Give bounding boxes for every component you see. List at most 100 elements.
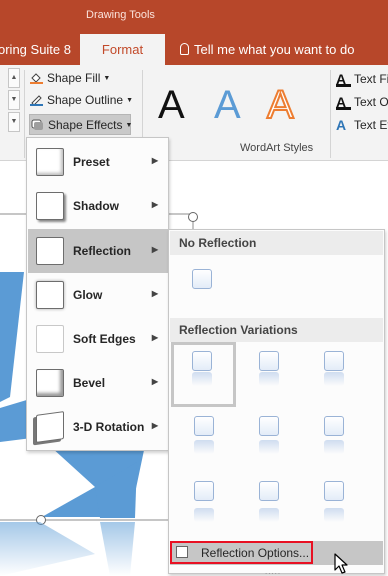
shape-fill-label: Shape Fill [47, 71, 101, 85]
preset-thumbnail-icon [36, 148, 64, 176]
text-effects-button[interactable]: A Text Eff [336, 114, 388, 136]
mouse-cursor-icon [334, 553, 348, 574]
paint-bucket-icon [30, 73, 43, 84]
menu-item-soft-edges[interactable]: Soft Edges ▶ [28, 317, 168, 361]
shape-effects-label: Shape Effects [48, 118, 123, 132]
menu-item-glow[interactable]: Glow ▶ [28, 273, 168, 317]
reflection-preview-icon [259, 351, 279, 371]
reflection-fade-icon [324, 508, 344, 522]
chevron-down-icon: ▼ [125, 122, 133, 129]
wordart-styles-group-label: WordArt Styles [240, 142, 314, 154]
text-fill-icon: A [336, 71, 351, 87]
reflection-tight-touching[interactable] [171, 342, 236, 407]
reflection-options-label: Reflection Options... [201, 546, 310, 560]
star-left-edge [0, 272, 24, 402]
pencil-icon [30, 95, 43, 106]
reflection-full-4pt[interactable] [304, 410, 364, 472]
shape-effects-menu: Preset ▶ Shadow ▶ Reflection ▶ Glow ▶ So… [26, 137, 169, 451]
shape-outline-button[interactable]: Shape Outline ▼ [29, 90, 133, 111]
menu-item-shadow[interactable]: Shadow ▶ [28, 184, 168, 228]
shape-fill-button[interactable]: Shape Fill ▼ [29, 68, 133, 89]
text-effects-label: Text Eff [354, 118, 388, 132]
reflection-fade-icon [192, 372, 212, 386]
reflection-fade-icon [259, 440, 279, 454]
menu-item-label: Glow [73, 288, 103, 302]
chevron-right-icon: ▶ [151, 333, 158, 342]
glow-thumbnail-icon [36, 281, 64, 309]
ribbon-separator [330, 70, 331, 158]
reflection-fade-icon [194, 440, 214, 454]
reflection-variations-header: Reflection Variations [170, 318, 383, 342]
text-effects-icon: A [336, 117, 347, 133]
menu-item-reflection[interactable]: Reflection ▶ [28, 229, 168, 273]
text-outline-icon: A [336, 94, 351, 110]
shape-gallery-scroll-up-icon[interactable]: ▲ [8, 68, 20, 88]
wordart-style-orange-outline[interactable]: A [266, 82, 295, 128]
chevron-right-icon: ▶ [151, 245, 158, 254]
reflection-fade-icon [259, 508, 279, 522]
reflection-preview-icon [259, 416, 279, 436]
reflection-thumbnail-icon [36, 237, 64, 265]
wordart-style-black[interactable]: A [158, 83, 185, 127]
shape-effects-button[interactable]: Shape Effects ▼ [29, 114, 133, 135]
reflection-full-touching[interactable] [304, 345, 364, 407]
reflection-full-8pt[interactable] [304, 475, 364, 537]
bevel-thumbnail-icon [36, 369, 64, 397]
tell-me-search[interactable]: Tell me what you want to do [180, 42, 354, 57]
reflection-preview-icon [194, 481, 214, 501]
text-outline-button[interactable]: A Text O [336, 91, 388, 113]
ribbon-tab-strip: Drawing Tools oring Suite 8 Format Tell … [0, 0, 388, 65]
star-reflection [100, 522, 135, 576]
shadow-thumbnail-icon [36, 192, 64, 220]
tab-suite[interactable]: oring Suite 8 [0, 42, 71, 57]
reflection-half-4pt[interactable] [239, 410, 299, 472]
no-reflection-header: No Reflection [170, 231, 383, 255]
reflection-none-option[interactable] [172, 263, 232, 325]
wordart-style-blue[interactable]: A [214, 83, 241, 127]
reflection-fade-icon [194, 508, 214, 522]
reflection-gallery: No Reflection Reflection Variations Refl… [168, 229, 385, 576]
reflection-tight-8pt[interactable] [174, 475, 234, 537]
resize-grip[interactable]: ..... [265, 567, 281, 576]
reflection-fade-icon [324, 440, 344, 454]
reflection-preview-icon [324, 481, 344, 501]
chevron-right-icon: ▶ [151, 377, 158, 386]
menu-item-label: Bevel [73, 376, 106, 390]
soft-edges-thumbnail-icon [36, 325, 64, 353]
tab-format[interactable]: Format [80, 34, 165, 65]
shape-effects-icon [31, 119, 43, 130]
reflection-preview-icon [324, 351, 344, 371]
chevron-right-icon: ▶ [151, 421, 158, 430]
text-fill-button[interactable]: A Text Fi [336, 68, 388, 90]
lightbulb-icon [180, 43, 189, 55]
reflection-half-8pt[interactable] [239, 475, 299, 537]
rotation-handle[interactable] [188, 212, 198, 222]
reflection-options-button[interactable]: Reflection Options... [170, 541, 383, 565]
reflection-half-touching[interactable] [239, 345, 299, 407]
menu-item-preset[interactable]: Preset ▶ [28, 140, 168, 184]
reflection-tight-4pt[interactable] [174, 410, 234, 472]
reflection-fade-icon [259, 372, 279, 386]
chevron-right-icon: ▶ [151, 289, 158, 298]
drawing-tools-context-label: Drawing Tools [86, 9, 155, 21]
chevron-right-icon: ▶ [151, 156, 158, 165]
chevron-down-icon: ▼ [103, 75, 111, 82]
chevron-right-icon: ▶ [151, 200, 158, 209]
menu-item-label: Preset [73, 155, 110, 169]
reflection-fade-icon [324, 372, 344, 386]
reflection-preview-icon [194, 416, 214, 436]
shape-gallery-scroll-down-icon[interactable]: ▼ [8, 90, 20, 110]
menu-item-bevel[interactable]: Bevel ▶ [28, 361, 168, 405]
menu-item-3d-rotation[interactable]: 3-D Rotation ▶ [28, 405, 168, 449]
reflection-preview-icon [192, 351, 212, 371]
menu-item-label: Shadow [73, 199, 120, 213]
menu-item-label: 3-D Rotation [73, 420, 145, 434]
reflection-options-icon [176, 546, 188, 558]
reflection-preview-icon [259, 481, 279, 501]
text-outline-label: Text O [354, 95, 388, 109]
text-fill-label: Text Fi [354, 72, 388, 86]
chevron-down-icon: ▼ [126, 97, 133, 104]
ribbon-separator [24, 70, 25, 158]
menu-item-label: Soft Edges [73, 332, 136, 346]
shape-gallery-more-icon[interactable]: ▼ [8, 112, 20, 132]
